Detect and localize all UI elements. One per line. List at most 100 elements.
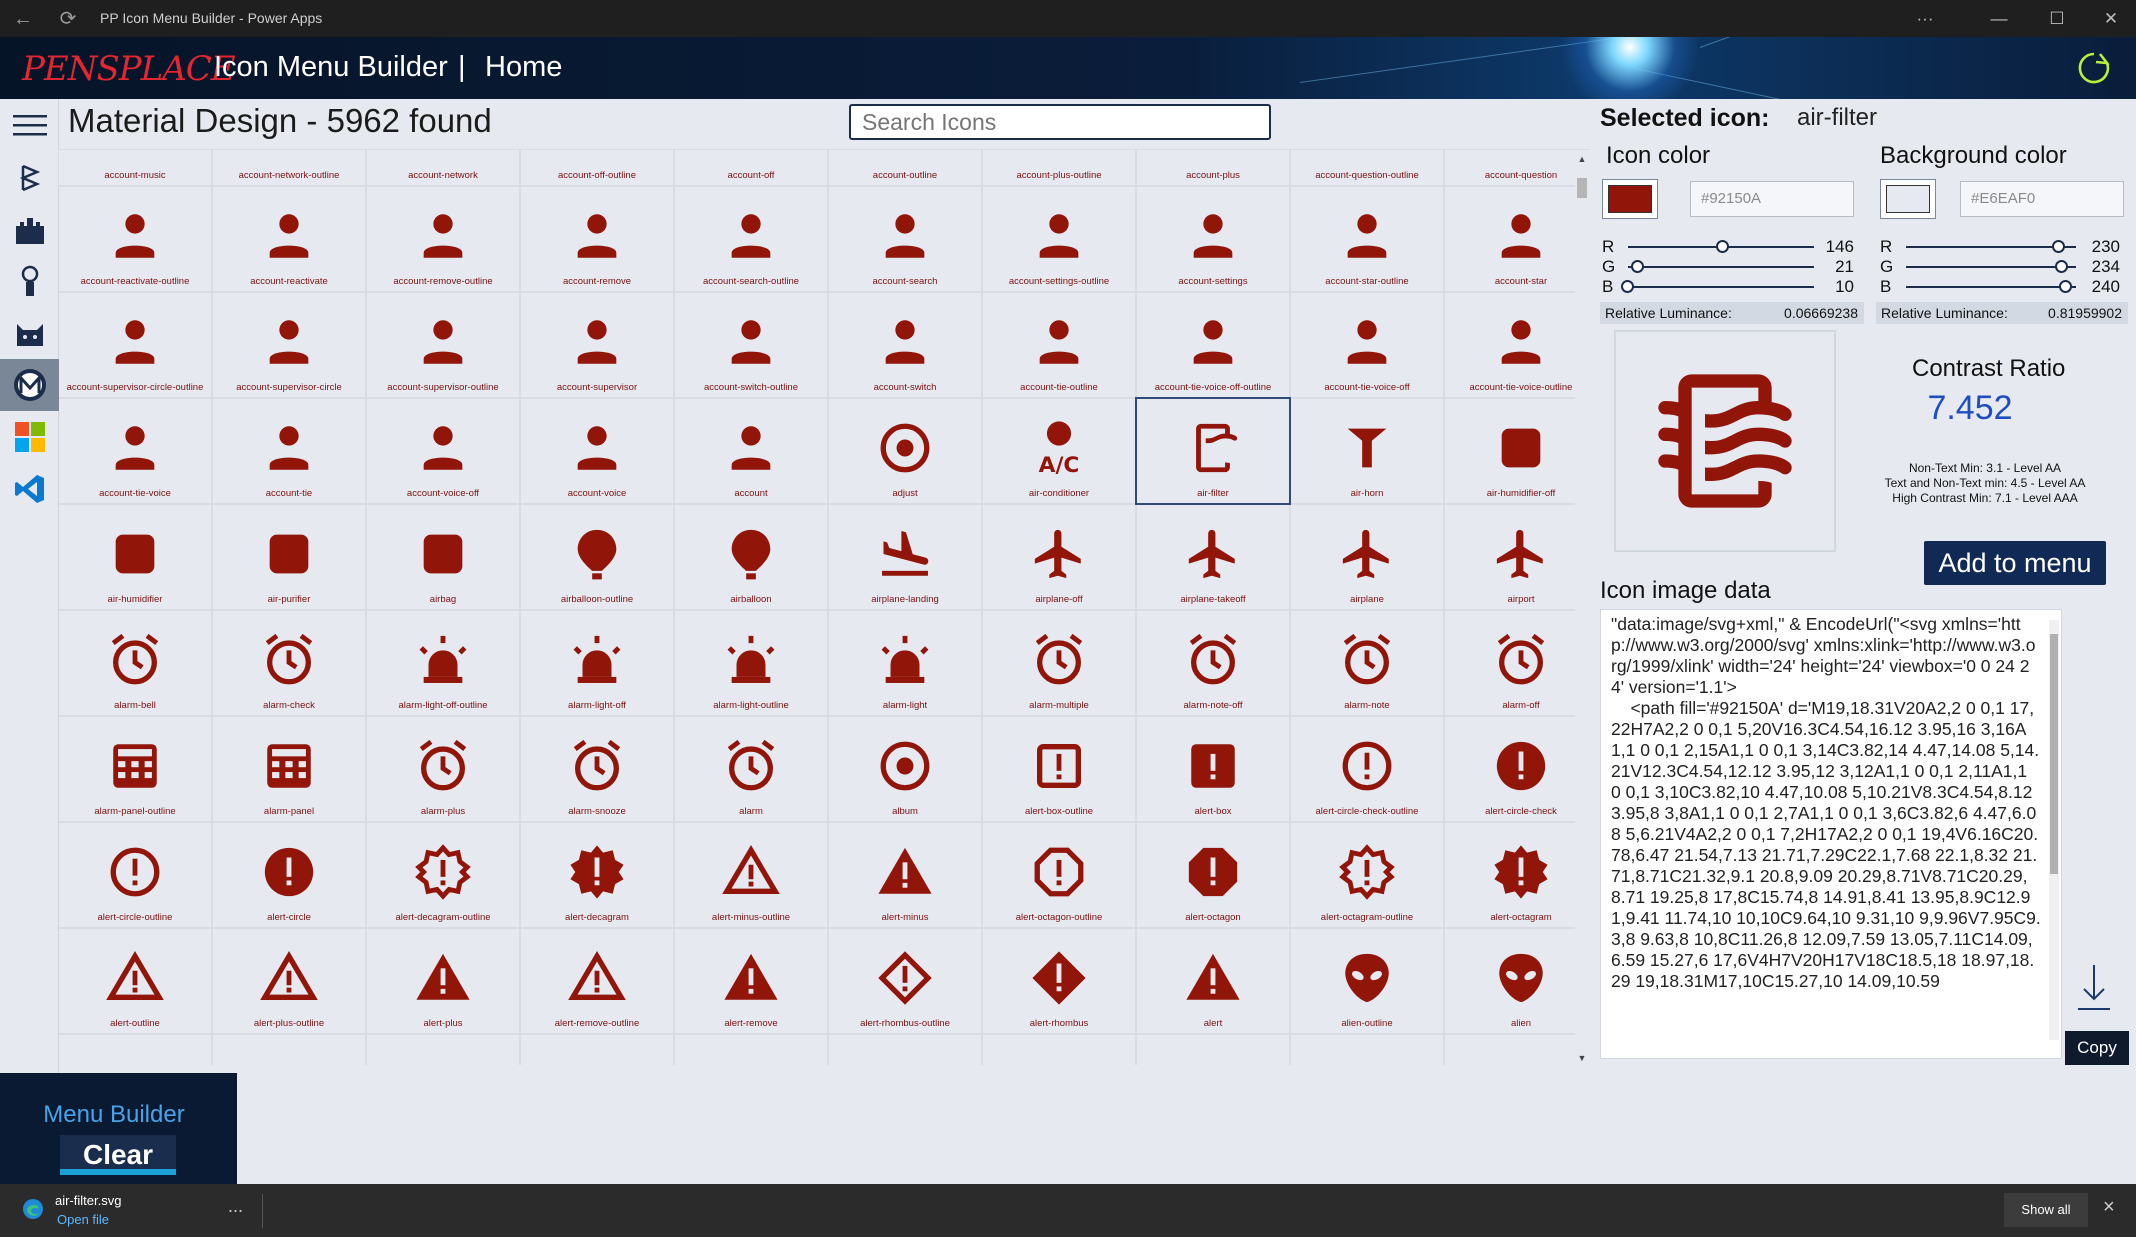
icon-tile[interactable] [59, 1034, 212, 1065]
icon-tile[interactable]: airplane [1290, 504, 1444, 610]
icon-tile[interactable]: account-tie-voice [59, 398, 212, 504]
icon-tile[interactable]: alert-circle-check [1444, 716, 1575, 822]
icon-tile[interactable]: alert-rhombus [982, 928, 1136, 1034]
icon-tile[interactable] [520, 1034, 674, 1065]
icon-tile[interactable]: airport [1444, 504, 1575, 610]
icon-tile[interactable]: airplane-takeoff [1136, 504, 1290, 610]
icon-tile[interactable] [828, 1034, 982, 1065]
icon-tile[interactable]: airballoon [674, 504, 828, 610]
icon-tile[interactable]: air-filter [1135, 397, 1291, 505]
add-to-menu-button[interactable]: Add to menu [1924, 541, 2106, 585]
icon-tile[interactable]: account-plus [1136, 149, 1290, 186]
refresh-icon[interactable] [2076, 50, 2112, 86]
vscode-icon[interactable] [0, 463, 59, 515]
icon-tile[interactable]: account-supervisor-circle [212, 292, 366, 398]
icon-green-slider[interactable]: G 21 [1602, 257, 1862, 277]
download-more-icon[interactable]: ... [228, 1196, 243, 1217]
icon-tile[interactable]: alert-circle-check-outline [1290, 716, 1444, 822]
icon-tile[interactable]: account-switch [828, 292, 982, 398]
copy-button[interactable]: Copy [2065, 1031, 2129, 1065]
scroll-up-arrow[interactable]: ▲ [1575, 154, 1589, 164]
more-icon[interactable]: ··· [1910, 6, 1940, 32]
background-color-hex-input[interactable]: #E6EAF0 [1960, 181, 2124, 217]
icon-tile[interactable]: alert-plus [366, 928, 520, 1034]
icon-tile[interactable]: alien-outline [1290, 928, 1444, 1034]
close-window-icon[interactable]: ✕ [2096, 6, 2126, 32]
icon-tile[interactable]: account-tie [212, 398, 366, 504]
minimize-icon[interactable]: — [1984, 6, 2014, 32]
slider-knob[interactable] [2052, 240, 2065, 253]
image-data-scrollbar[interactable] [2049, 620, 2059, 1040]
scrollbar-thumb[interactable] [1577, 178, 1587, 198]
icon-tile[interactable]: alarm-multiple [982, 610, 1136, 716]
icon-tile[interactable]: account-off-outline [520, 149, 674, 186]
icon-tile[interactable]: account-tie-voice-off-outline [1136, 292, 1290, 398]
material-design-icon[interactable] [0, 359, 59, 411]
bg-green-slider[interactable]: G 234 [1880, 257, 2135, 277]
icon-tile[interactable]: alert-decagram-outline [366, 822, 520, 928]
icon-tile[interactable]: account-reactivate [212, 186, 366, 292]
icon-tile[interactable]: air-purifier [212, 504, 366, 610]
castle-icon[interactable] [0, 203, 59, 255]
maximize-icon[interactable]: ☐ [2042, 6, 2072, 32]
bg-blue-slider[interactable]: B 240 [1880, 277, 2135, 297]
icon-tile[interactable]: account-switch-outline [674, 292, 828, 398]
icon-tile[interactable]: alarm-snooze [520, 716, 674, 822]
icon-tile[interactable]: account-off [674, 149, 828, 186]
icon-tile[interactable]: airplane-off [982, 504, 1136, 610]
icon-tile[interactable]: album [828, 716, 982, 822]
icon-tile[interactable]: alert-rhombus-outline [828, 928, 982, 1034]
icon-tile[interactable] [1136, 1034, 1290, 1065]
icon-tile[interactable]: account-music [58, 149, 212, 186]
slider-knob[interactable] [1631, 260, 1644, 273]
icon-tile[interactable]: account-supervisor-outline [366, 292, 520, 398]
icon-tile[interactable]: airplane-landing [828, 504, 982, 610]
icon-tile[interactable]: airballoon-outline [520, 504, 674, 610]
icon-tile[interactable]: alien [1444, 928, 1575, 1034]
icon-tile[interactable]: account-tie-outline [982, 292, 1136, 398]
close-download-bar-icon[interactable]: × [2103, 1196, 2115, 1219]
icon-tile[interactable]: alert-minus-outline [674, 822, 828, 928]
slider-knob[interactable] [1716, 240, 1729, 253]
icon-tile[interactable]: alarm-note-off [1136, 610, 1290, 716]
icon-tile[interactable]: alert-octagram [1444, 822, 1575, 928]
slider-knob[interactable] [2059, 280, 2072, 293]
icon-color-swatch[interactable] [1602, 179, 1658, 219]
slider-knob[interactable] [2055, 260, 2068, 273]
icon-red-slider[interactable]: R 146 [1602, 237, 1862, 257]
icon-tile[interactable]: account-search-outline [674, 186, 828, 292]
icon-tile[interactable]: account-question-outline [1290, 149, 1444, 186]
download-icon[interactable] [2074, 959, 2114, 1019]
podcast-icon[interactable] [0, 255, 59, 307]
icon-tile[interactable]: air-humidifier [59, 504, 212, 610]
icon-tile[interactable]: account-star-outline [1290, 186, 1444, 292]
back-icon[interactable]: ← [10, 6, 36, 32]
icon-tile[interactable]: account-network [366, 149, 520, 186]
show-all-button[interactable]: Show all [2004, 1193, 2088, 1227]
icon-tile[interactable]: account-network-outline [212, 149, 366, 186]
icon-tile[interactable]: alarm-panel [212, 716, 366, 822]
icon-tile[interactable]: alarm-light-off-outline [366, 610, 520, 716]
icon-tile[interactable]: alert-circle-outline [59, 822, 212, 928]
icon-tile[interactable]: alert-box-outline [982, 716, 1136, 822]
icon-tile[interactable]: account-settings [1136, 186, 1290, 292]
hamburger-menu-icon[interactable] [0, 99, 59, 151]
icon-tile[interactable]: alert [1136, 928, 1290, 1034]
icon-tile[interactable]: alert-octagon-outline [982, 822, 1136, 928]
icon-tile[interactable]: account-search [828, 186, 982, 292]
icon-tile[interactable] [1290, 1034, 1444, 1065]
icon-tile[interactable]: account-tie-voice-outline [1444, 292, 1575, 398]
icon-tile[interactable]: airbag [366, 504, 520, 610]
icon-blue-slider[interactable]: B 10 [1602, 277, 1862, 297]
icon-tile[interactable]: account-reactivate-outline [59, 186, 212, 292]
icon-tile[interactable]: alarm-bell [59, 610, 212, 716]
icon-tile[interactable]: alarm-light-off [520, 610, 674, 716]
microsoft-icon[interactable] [0, 411, 59, 463]
background-color-swatch[interactable] [1880, 179, 1936, 219]
icon-color-hex-input[interactable]: #92150A [1690, 181, 1854, 217]
slider-knob[interactable] [1621, 280, 1634, 293]
icon-tile[interactable] [982, 1034, 1136, 1065]
reload-icon[interactable]: ⟳ [55, 6, 81, 32]
download-file-name[interactable]: air-filter.svg [55, 1193, 121, 1208]
icon-tile[interactable]: air-humidifier-off [1444, 398, 1575, 504]
